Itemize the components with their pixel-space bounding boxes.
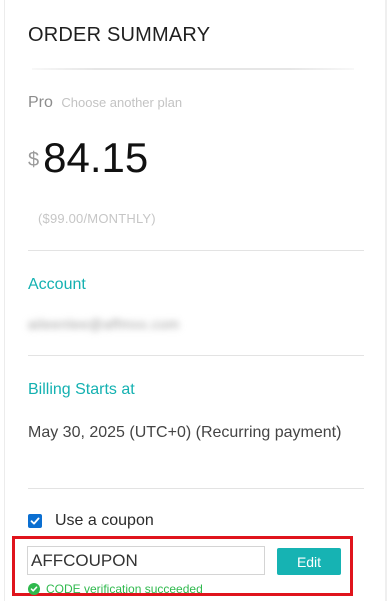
account-email: aileenlee@affmxx.com (28, 316, 180, 332)
right-divider (385, 0, 387, 601)
use-coupon-label: Use a coupon (55, 512, 154, 529)
check-circle-icon (28, 583, 40, 595)
title-divider (32, 68, 354, 70)
plan-name: Pro (28, 94, 53, 111)
currency-symbol: $ (28, 149, 40, 171)
coupon-code-input[interactable] (27, 546, 265, 575)
left-divider (4, 0, 5, 601)
use-coupon-row[interactable]: Use a coupon (28, 512, 154, 530)
edit-coupon-button[interactable]: Edit (277, 548, 341, 575)
original-price-note: ($99.00/MONTHLY) (38, 211, 156, 226)
order-summary-panel: ORDER SUMMARY Pro Choose another plan $8… (12, 0, 372, 601)
price: $84.15 (28, 134, 148, 182)
page-title: ORDER SUMMARY (28, 24, 211, 46)
section-divider (28, 488, 364, 489)
price-amount: 84.15 (43, 134, 149, 181)
billing-label: Billing Starts at (28, 381, 135, 398)
coupon-status-text: CODE verification succeeded (46, 582, 203, 596)
choose-another-plan-link[interactable]: Choose another plan (61, 95, 182, 110)
checkmark-icon (30, 517, 40, 525)
plan-line: Pro Choose another plan (28, 94, 182, 112)
section-divider (28, 250, 364, 251)
section-divider (28, 355, 364, 356)
coupon-status: CODE verification succeeded (28, 582, 203, 596)
billing-start-date: May 30, 2025 (UTC+0) (Recurring payment) (28, 424, 342, 441)
use-coupon-checkbox[interactable] (28, 514, 42, 528)
account-label: Account (28, 276, 86, 293)
